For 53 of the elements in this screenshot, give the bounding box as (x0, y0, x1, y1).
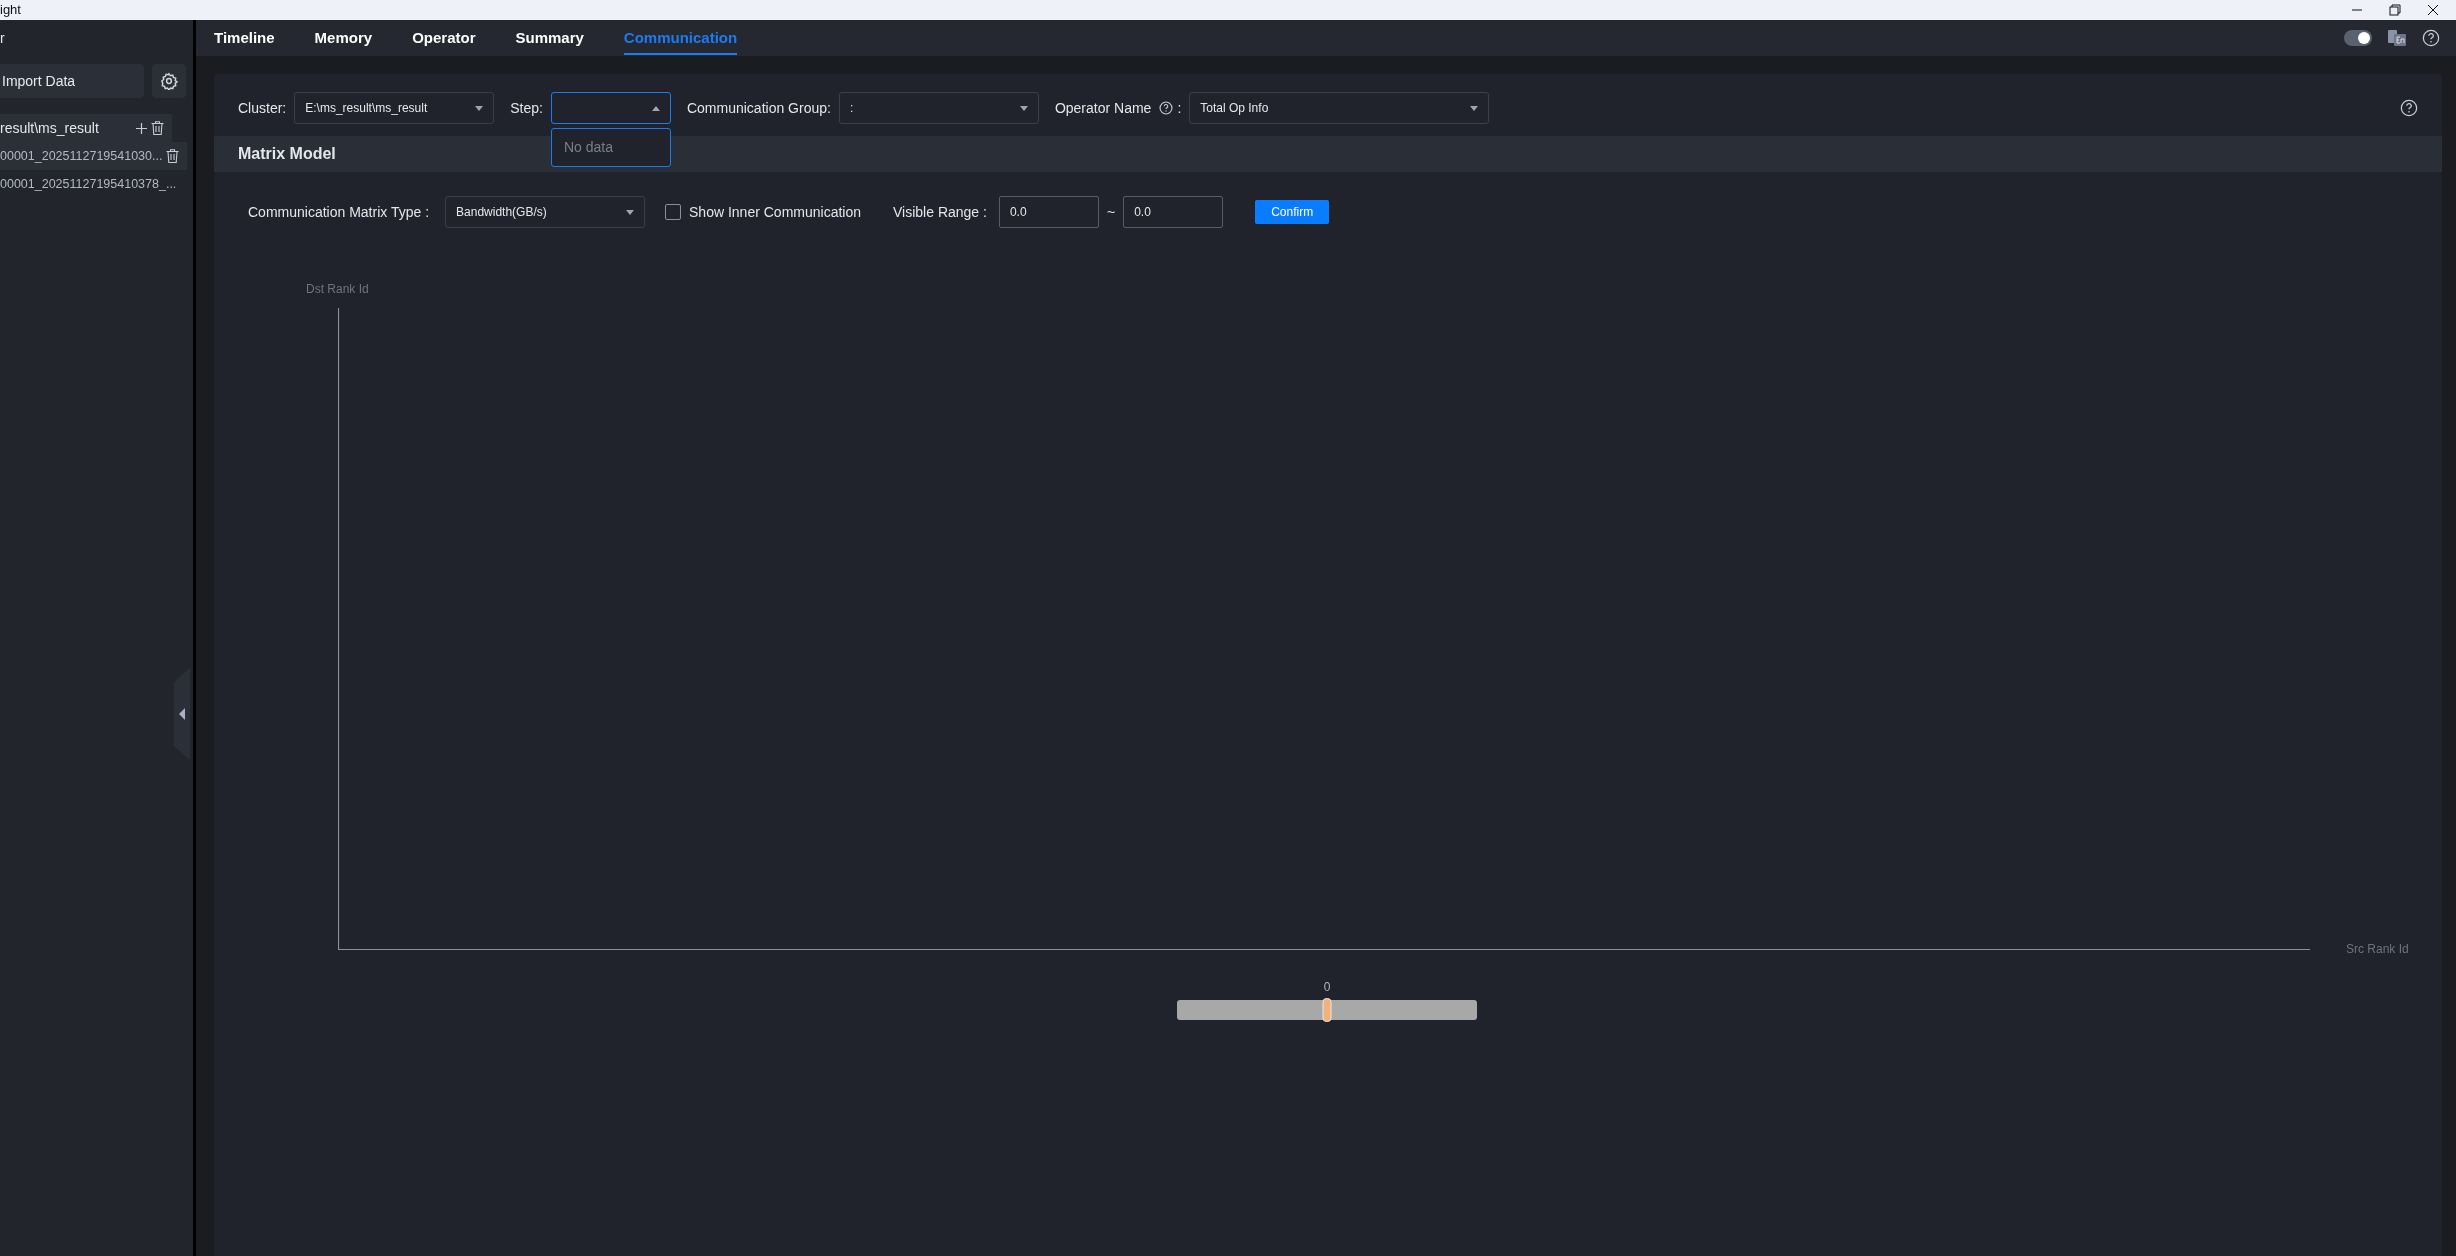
language-icon[interactable] (2388, 30, 2406, 46)
empty-dropdown-message: No data (550, 128, 671, 167)
tree-item[interactable]: result\ms_result (0, 114, 172, 142)
field-label: Step: (510, 98, 543, 118)
caret-icon (1019, 105, 1028, 111)
restore-icon[interactable] (2388, 3, 2402, 17)
filter-dropdown[interactable]: Total Op Info (1189, 92, 1490, 124)
axis-label: Dst Rank Id (306, 281, 370, 298)
slider-thumb[interactable] (1322, 998, 1332, 1022)
matrix-type-dropdown[interactable]: Bandwidth(GB/s) (445, 196, 646, 228)
slider-track[interactable] (1177, 1000, 1477, 1020)
confirm-button[interactable]: Confirm (1255, 200, 1330, 224)
field-label: Communication Matrix Type : (248, 202, 430, 222)
field-label: Visible Range : (893, 202, 987, 222)
field-label: Communication Group: (686, 98, 831, 118)
tab[interactable]: Memory (314, 20, 373, 56)
filter-dropdown[interactable]: E:\ms_result\ms_result (294, 92, 495, 124)
theme-toggle[interactable] (2344, 30, 2372, 46)
filter-dropdown[interactable] (550, 92, 671, 124)
field-label: Cluster: (238, 98, 287, 118)
help-icon[interactable] (2400, 99, 2418, 117)
plus-icon[interactable] (136, 122, 147, 134)
caret-icon (626, 209, 635, 215)
trash-icon[interactable] (166, 149, 180, 163)
range-separator: ~ (1106, 202, 1116, 222)
tab[interactable]: Summary (515, 20, 584, 56)
range-max-field[interactable]: 0.0 (1123, 196, 1224, 228)
collapse-sidebar-handle[interactable] (174, 668, 190, 760)
range-min-field[interactable]: 0.0 (998, 196, 1099, 228)
settings-button[interactable] (152, 64, 186, 98)
help-icon[interactable] (1159, 101, 1174, 115)
axis-label: Src Rank Id (2346, 941, 2409, 958)
close-icon[interactable] (2426, 3, 2440, 17)
checkbox-label[interactable]: Show Inner Communication (689, 201, 861, 223)
tree-item[interactable]: 00001_2025112719541030... (0, 142, 188, 170)
field-label: : (1177, 98, 1182, 118)
checkbox[interactable] (665, 204, 682, 220)
tab[interactable]: Timeline (214, 20, 275, 56)
import-data-button[interactable]: Import Data (0, 64, 145, 98)
caret-icon (651, 105, 660, 111)
gear-icon (160, 72, 179, 90)
help-icon[interactable] (2422, 29, 2440, 47)
window-title: ight (0, 1, 21, 20)
slider-value: 0 (1323, 979, 1331, 996)
section-title: Matrix Model (238, 144, 336, 164)
tab[interactable]: Communication (623, 20, 738, 56)
field-label: Operator Name (1054, 98, 1152, 118)
caret-icon (475, 105, 484, 111)
sidebar-title: r (0, 28, 5, 48)
trash-icon[interactable] (151, 121, 164, 135)
tab[interactable]: Operator (412, 20, 476, 56)
caret-icon (1470, 105, 1479, 111)
filter-dropdown[interactable]: : (838, 92, 1039, 124)
